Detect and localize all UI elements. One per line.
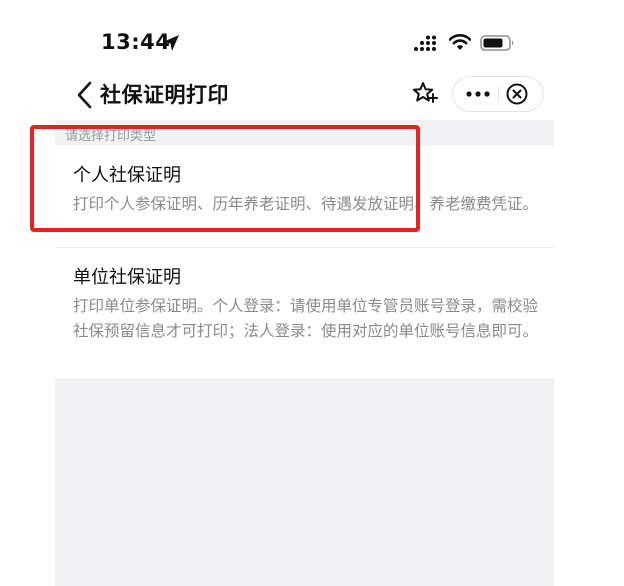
more-dots-icon[interactable]	[463, 83, 493, 105]
highlight-box	[30, 125, 420, 232]
location-arrow-icon	[163, 35, 179, 51]
option-title: 单位社保证明	[73, 267, 181, 288]
status-time: 13:44	[101, 30, 171, 54]
option-description: 打印单位参保证明。个人登录：请使用单位专管员账号登录，需校验社保预留信息才可打印…	[73, 297, 539, 340]
close-circle-icon[interactable]	[505, 82, 529, 106]
wifi-icon	[449, 34, 471, 50]
battery-icon	[480, 35, 514, 51]
page-title: 社保证明打印	[100, 83, 229, 107]
back-chevron-icon[interactable]	[75, 80, 95, 110]
option-company-certificate[interactable]: 单位社保证明 打印单位参保证明。个人登录：请使用单位专管员账号登录，需校验社保预…	[55, 248, 554, 378]
phone-screen: 13:44 社保证明打印 请选择打印类型 个人社保证明 打印个人参保证明、历年养…	[55, 0, 554, 586]
capsule-divider	[498, 86, 499, 102]
mini-program-capsule	[452, 76, 544, 112]
star-icon[interactable]	[411, 80, 439, 108]
signal-icon	[414, 35, 436, 51]
